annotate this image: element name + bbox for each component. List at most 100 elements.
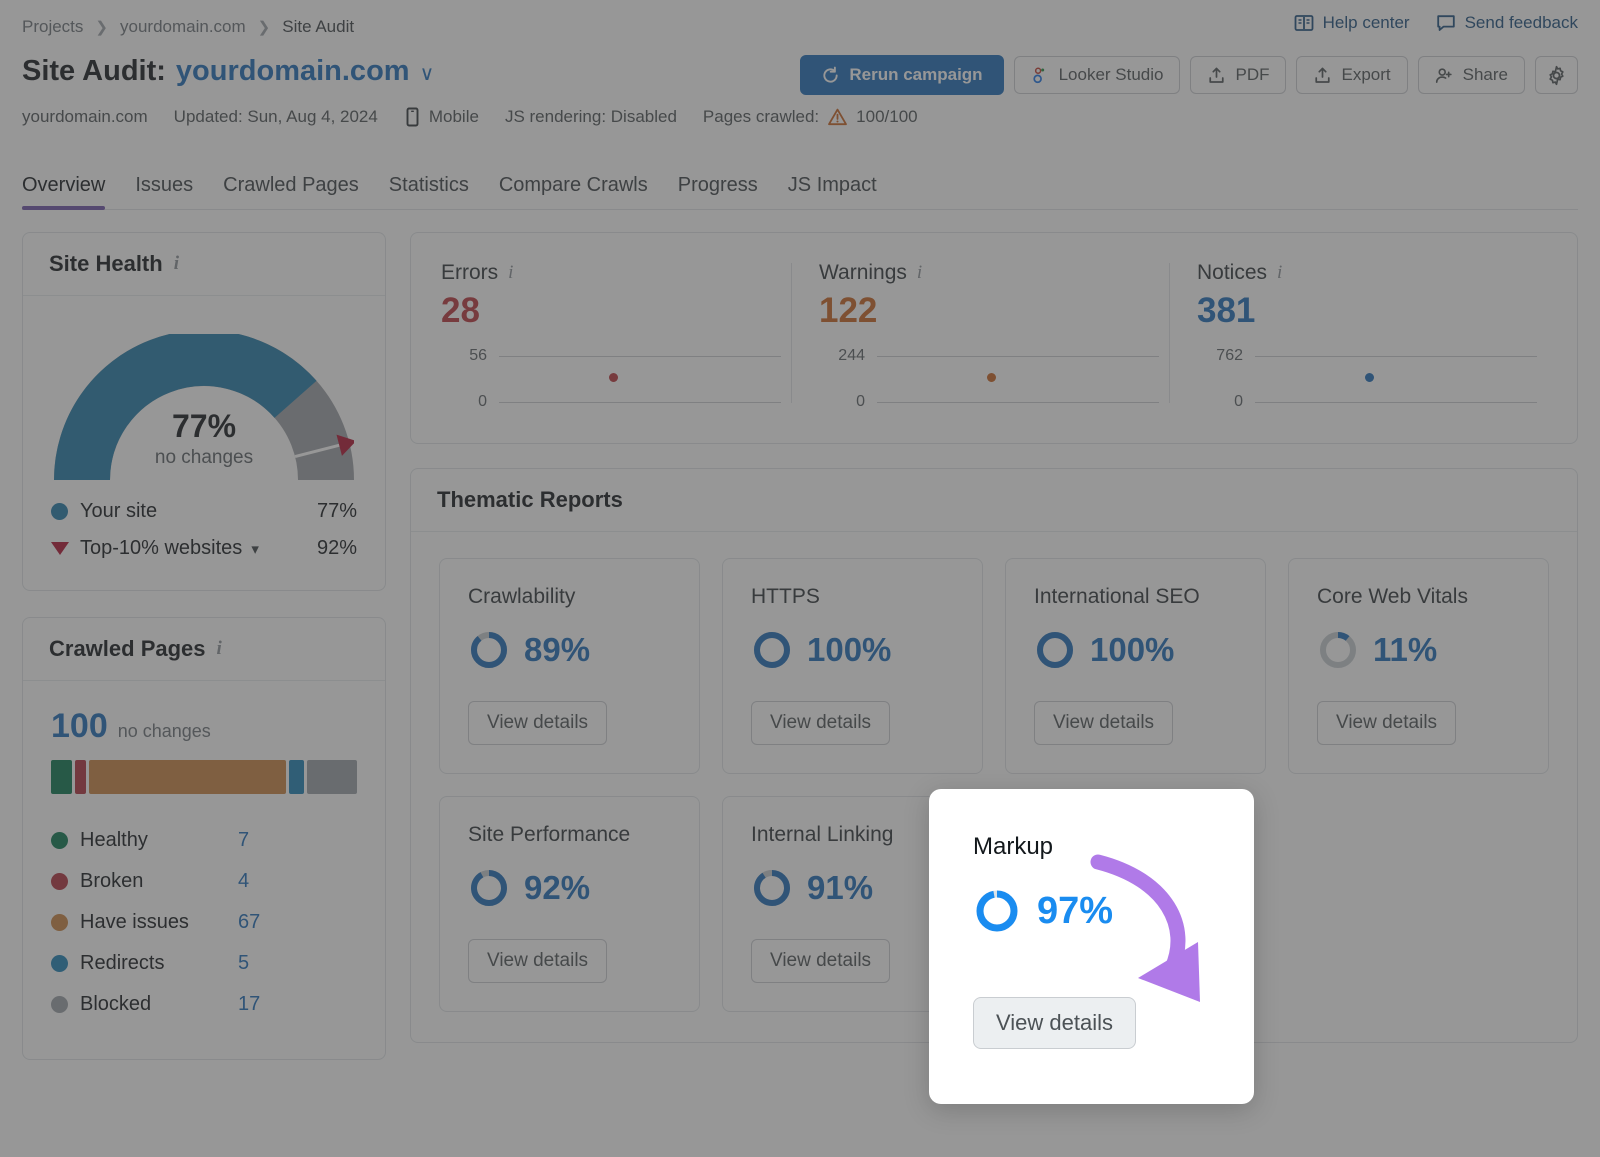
thematic-card-core-web-vitals[interactable]: Core Web Vitals11%View details [1288,558,1549,774]
thematic-card-https[interactable]: HTTPS100%View details [722,558,983,774]
row-label: Blocked [80,993,238,1016]
help-center-label: Help center [1323,13,1410,33]
tab-statistics[interactable]: Statistics [389,174,469,209]
stackbar-segment[interactable] [307,760,357,794]
view-details-button[interactable]: View details [1317,701,1456,745]
thematic-card-crawlability[interactable]: Crawlability89%View details [439,558,700,774]
row-value[interactable]: 17 [238,993,260,1016]
add-user-icon [1435,66,1454,85]
site-health-legend-top10[interactable]: Top-10% websites ▾ 92% [23,537,385,560]
legend-value: 92% [317,537,357,560]
issue-metric-errors: Errorsi 28 560 [441,261,791,409]
thematic-card-score: 89% [524,631,590,669]
crawled-pages-title: Crawled Pages [49,636,206,662]
crawled-pages-header: Crawled Pages i [23,618,385,681]
issue-value[interactable]: 28 [441,291,791,331]
issue-value[interactable]: 122 [819,291,1169,331]
header-help-links: Help center Send feedback [1294,13,1578,33]
crawled-pages-row[interactable]: Have issues67 [51,902,357,943]
view-details-button[interactable]: View details [751,701,890,745]
view-details-button[interactable]: View details [751,939,890,983]
send-feedback-link[interactable]: Send feedback [1436,13,1578,33]
issue-value[interactable]: 381 [1197,291,1547,331]
meta-domain: yourdomain.com [22,107,148,127]
axis-bottom-label: 0 [1197,393,1243,411]
rerun-campaign-button[interactable]: Rerun campaign [800,55,1003,95]
crawled-pages-row[interactable]: Healthy7 [51,820,357,861]
sparkline-point [609,373,618,382]
stackbar-segment[interactable] [51,760,72,794]
info-icon[interactable]: i [917,262,922,284]
tab-progress[interactable]: Progress [678,174,758,209]
page-title-domain[interactable]: yourdomain.com [176,55,410,87]
breadcrumb-domain[interactable]: yourdomain.com [120,17,246,37]
breadcrumb-projects[interactable]: Projects [22,17,83,37]
crawled-pages-row[interactable]: Blocked17 [51,984,357,1025]
info-icon[interactable]: i [508,262,513,284]
header-toolbar: Rerun campaign Looker Studio PDF [800,55,1578,95]
view-details-button[interactable]: View details [468,701,607,745]
warning-triangle-icon [827,107,848,127]
row-value[interactable]: 7 [238,829,249,852]
tab-js-impact[interactable]: JS Impact [788,174,877,209]
row-value[interactable]: 4 [238,870,249,893]
highlight-arrow-icon [1090,850,1235,1010]
issue-label[interactable]: Notices [1197,261,1267,285]
axis-bottom-label: 0 [441,393,487,411]
progress-ring-icon [1317,629,1359,671]
legend-dot-icon [51,832,68,849]
row-value[interactable]: 5 [238,952,249,975]
issue-sparkline: 560 [441,347,791,409]
view-details-button[interactable]: View details [1034,701,1173,745]
issue-metric-warnings: Warnings i 122 244 0 [791,261,1169,409]
thematic-card-international-seo[interactable]: International SEO100%View details [1005,558,1266,774]
stackbar-segment[interactable] [75,760,87,794]
site-health-gauge: 77% no changes [54,334,354,486]
thematic-card-site-performance[interactable]: Site Performance92%View details [439,796,700,1012]
row-value[interactable]: 67 [238,911,260,934]
meta-device: Mobile [404,107,479,127]
tab-crawled-pages[interactable]: Crawled Pages [223,174,359,209]
chevron-down-icon[interactable]: ▾ [251,540,259,558]
crawled-pages-row[interactable]: Broken4 [51,861,357,902]
crawled-pages-row[interactable]: Redirects5 [51,943,357,984]
meta-pages-crawled-label: Pages crawled: [703,107,819,127]
thematic-card-score: 91% [807,869,873,907]
thematic-card-score: 11% [1373,631,1437,669]
rerun-campaign-label: Rerun campaign [849,65,982,85]
issue-label[interactable]: Warnings [819,261,907,285]
tab-issues[interactable]: Issues [135,174,193,209]
issue-label[interactable]: Errors [441,261,498,285]
site-health-title: Site Health [49,251,163,277]
info-icon[interactable]: i [1277,262,1282,284]
thematic-reports-header: Thematic Reports [411,469,1577,532]
share-button[interactable]: Share [1418,56,1525,94]
help-center-link[interactable]: Help center [1294,13,1410,33]
info-icon[interactable]: i [217,638,222,660]
site-health-change: no changes [54,447,354,469]
info-icon[interactable]: i [174,253,179,275]
site-health-header: Site Health i [23,233,385,296]
export-button[interactable]: Export [1296,56,1407,94]
issue-sparkline: 244 0 [819,347,1169,409]
axis-top-label: 244 [819,347,865,365]
settings-button[interactable] [1535,56,1578,94]
stackbar-segment[interactable] [289,760,304,794]
speech-bubble-icon [1436,13,1456,33]
tab-overview[interactable]: Overview [22,174,105,209]
legend-dot-icon [51,955,68,972]
issue-header: Errorsi [441,261,791,285]
progress-ring-icon [468,867,510,909]
view-details-button[interactable]: View details [468,939,607,983]
tab-compare-crawls[interactable]: Compare Crawls [499,174,648,209]
progress-ring-icon [468,629,510,671]
meta-device-label: Mobile [429,107,479,127]
looker-studio-button[interactable]: Looker Studio [1014,56,1181,94]
stackbar-segment[interactable] [89,760,286,794]
crawled-pages-legend-list: Healthy7Broken4Have issues67Redirects5Bl… [51,820,357,1025]
chevron-down-icon[interactable]: ∨ [420,61,435,86]
crawled-pages-total: 100 [51,707,108,746]
pdf-button[interactable]: PDF [1190,56,1286,94]
axis-bottom-label: 0 [819,393,865,411]
row-label: Healthy [80,829,238,852]
